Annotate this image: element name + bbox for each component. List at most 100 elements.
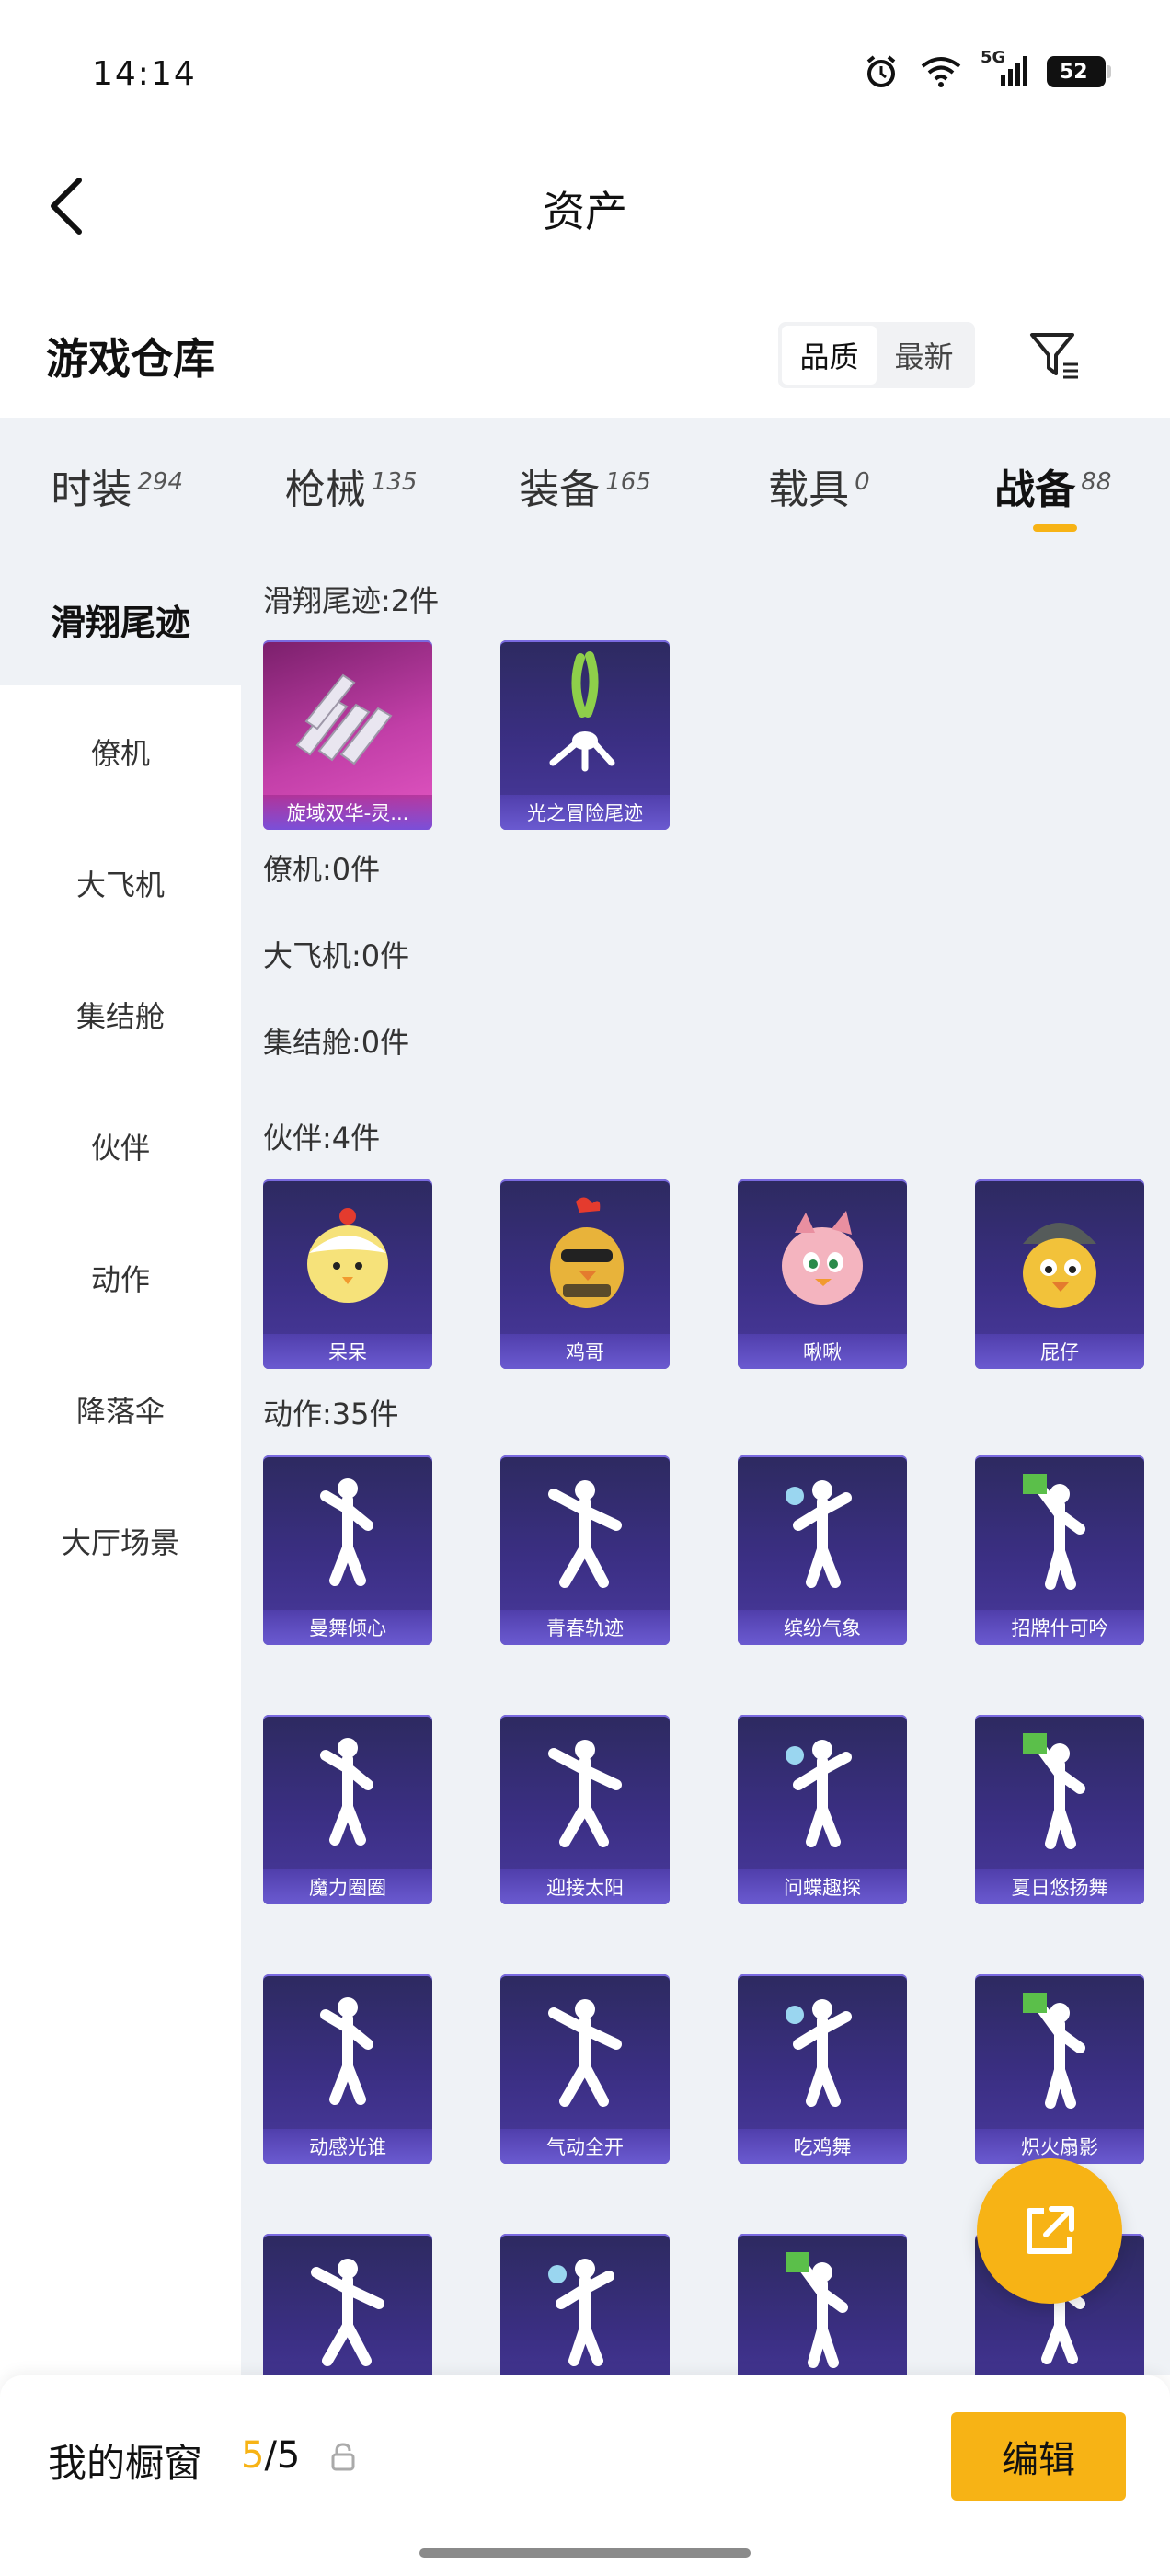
showcase-count: 5/5 [241, 2434, 300, 2477]
item-caption: 光之冒险尾迹 [500, 795, 670, 830]
signal-icon: 5G [981, 48, 1027, 90]
tab-label: 时装 [51, 466, 132, 513]
tab-count: 0 [855, 468, 870, 496]
item-card[interactable]: 魔力圈圈 [263, 1715, 432, 1904]
status-icons: 5G 52 [863, 48, 1111, 90]
item-art [263, 1179, 432, 1334]
battery-icon: 52 [1047, 56, 1111, 87]
item-art [738, 1455, 907, 1610]
share-button[interactable] [977, 2158, 1122, 2304]
sidebar-item-wingman[interactable]: 僚机 [0, 685, 241, 817]
header: 资产 [0, 147, 1170, 267]
item-card[interactable]: 吃鸡舞 [738, 1974, 907, 2164]
tab-equipment[interactable]: 装备 165 [468, 418, 702, 554]
sidebar-item-glide-trail[interactable]: 滑翔尾迹 [0, 554, 241, 685]
sort-toggle: 品质 最新 [778, 322, 975, 388]
item-art [975, 1715, 1144, 1869]
home-indicator [419, 2548, 751, 2558]
warehouse-title: 游戏仓库 [46, 334, 215, 384]
item-card[interactable] [738, 2234, 907, 2375]
section-header-partner: 伙伴:4件 [263, 1121, 381, 1156]
item-art [500, 1179, 670, 1334]
item-caption: 气动全开 [500, 2129, 670, 2164]
item-caption: 吃鸡舞 [738, 2129, 907, 2164]
item-card[interactable]: 鸡哥 [500, 1179, 670, 1369]
showcase-label: 我的橱窗 [48, 2441, 203, 2486]
sidebar-item-partner[interactable]: 伙伴 [0, 1080, 241, 1212]
tab-label: 战备 [994, 466, 1076, 513]
item-card[interactable]: 光之冒险尾迹 [500, 640, 670, 830]
item-card[interactable]: 呆呆 [263, 1179, 432, 1369]
tab-vehicles[interactable]: 载具 0 [702, 418, 935, 554]
item-card[interactable]: 青春轨迹 [500, 1455, 670, 1645]
filter-button[interactable] [1021, 322, 1087, 388]
item-art [738, 1179, 907, 1334]
item-art [263, 1715, 432, 1869]
item-card[interactable]: 问蝶趣探 [738, 1715, 907, 1904]
item-caption: 青春轨迹 [500, 1610, 670, 1645]
item-art [738, 1715, 907, 1869]
tab-battle-prep[interactable]: 战备 88 [936, 418, 1170, 554]
sidebar: 滑翔尾迹 僚机 大飞机 集结舱 伙伴 动作 降落伞 大厅场景 [0, 554, 241, 2375]
item-art [500, 1455, 670, 1610]
item-art [263, 1974, 432, 2129]
sidebar-item-gather-pod[interactable]: 集结舱 [0, 949, 241, 1080]
sidebar-item-big-plane[interactable]: 大飞机 [0, 817, 241, 949]
item-art [738, 1974, 907, 2129]
item-art [500, 2234, 670, 2375]
item-card[interactable]: 旋域双华-灵... [263, 640, 432, 830]
item-art [263, 1455, 432, 1610]
item-art [975, 1455, 1144, 1610]
item-caption: 动感光谁 [263, 2129, 432, 2164]
item-art [500, 1715, 670, 1869]
item-card[interactable]: 啾啾 [738, 1179, 907, 1369]
sidebar-item-lobby-scene[interactable]: 大厅场景 [0, 1475, 241, 1606]
item-card[interactable] [263, 2234, 432, 2375]
bottom-bar: 我的橱窗 5/5 编辑 [0, 2375, 1170, 2576]
item-card[interactable]: 屁仔 [975, 1179, 1144, 1369]
category-tabs: 时装 294 枪械 135 装备 165 载具 0 战备 88 [0, 418, 1170, 554]
tab-label: 载具 [768, 466, 850, 513]
sort-option-quality[interactable]: 品质 [782, 326, 877, 385]
item-card[interactable]: 动感光谁 [263, 1974, 432, 2164]
item-art [500, 1974, 670, 2129]
item-caption: 魔力圈圈 [263, 1869, 432, 1904]
item-caption: 旋域双华-灵... [263, 795, 432, 830]
battery-level: 52 [1060, 60, 1088, 84]
item-card[interactable]: 缤纷气象 [738, 1455, 907, 1645]
network-type: 5G [981, 48, 1006, 67]
item-art [500, 640, 670, 795]
page-title: 资产 [543, 187, 627, 236]
edit-button[interactable]: 编辑 [951, 2412, 1126, 2501]
section-header-glide-trail: 滑翔尾迹:2件 [263, 583, 440, 618]
item-card[interactable]: 招牌什可吟 [975, 1455, 1144, 1645]
sidebar-item-parachute[interactable]: 降落伞 [0, 1343, 241, 1475]
tab-label: 枪械 [284, 466, 366, 513]
item-caption: 迎接太阳 [500, 1869, 670, 1904]
item-card[interactable]: 夏日悠扬舞 [975, 1715, 1144, 1904]
item-caption: 招牌什可吟 [975, 1610, 1144, 1645]
section-header-big-plane: 大飞机:0件 [263, 938, 410, 973]
warehouse-row: 游戏仓库 品质 最新 [0, 294, 1170, 414]
item-caption: 曼舞倾心 [263, 1610, 432, 1645]
tab-firearms[interactable]: 枪械 135 [234, 418, 467, 554]
item-card[interactable]: 曼舞倾心 [263, 1455, 432, 1645]
main-content: 滑翔尾迹:2件 旋域双华-灵... 光之冒险尾迹 僚机:0件 大飞机:0件 集结… [241, 554, 1170, 2375]
alarm-icon [863, 53, 900, 90]
item-art [975, 1974, 1144, 2129]
item-card[interactable]: 炽火扇影 [975, 1974, 1144, 2164]
tab-count: 135 [371, 468, 418, 496]
item-card[interactable]: 气动全开 [500, 1974, 670, 2164]
sort-option-newest[interactable]: 最新 [877, 326, 971, 385]
item-card[interactable] [500, 2234, 670, 2375]
tab-fashion[interactable]: 时装 294 [0, 418, 234, 554]
sidebar-item-action[interactable]: 动作 [0, 1212, 241, 1343]
section-header-wingman: 僚机:0件 [263, 852, 381, 887]
item-caption: 鸡哥 [500, 1334, 670, 1369]
tab-count: 88 [1081, 468, 1112, 496]
showcase-count-current: 5 [241, 2434, 265, 2477]
status-bar: 14:14 5G 52 [0, 0, 1170, 147]
lock-icon [329, 2442, 357, 2477]
item-card[interactable]: 迎接太阳 [500, 1715, 670, 1904]
item-art [738, 2234, 907, 2375]
